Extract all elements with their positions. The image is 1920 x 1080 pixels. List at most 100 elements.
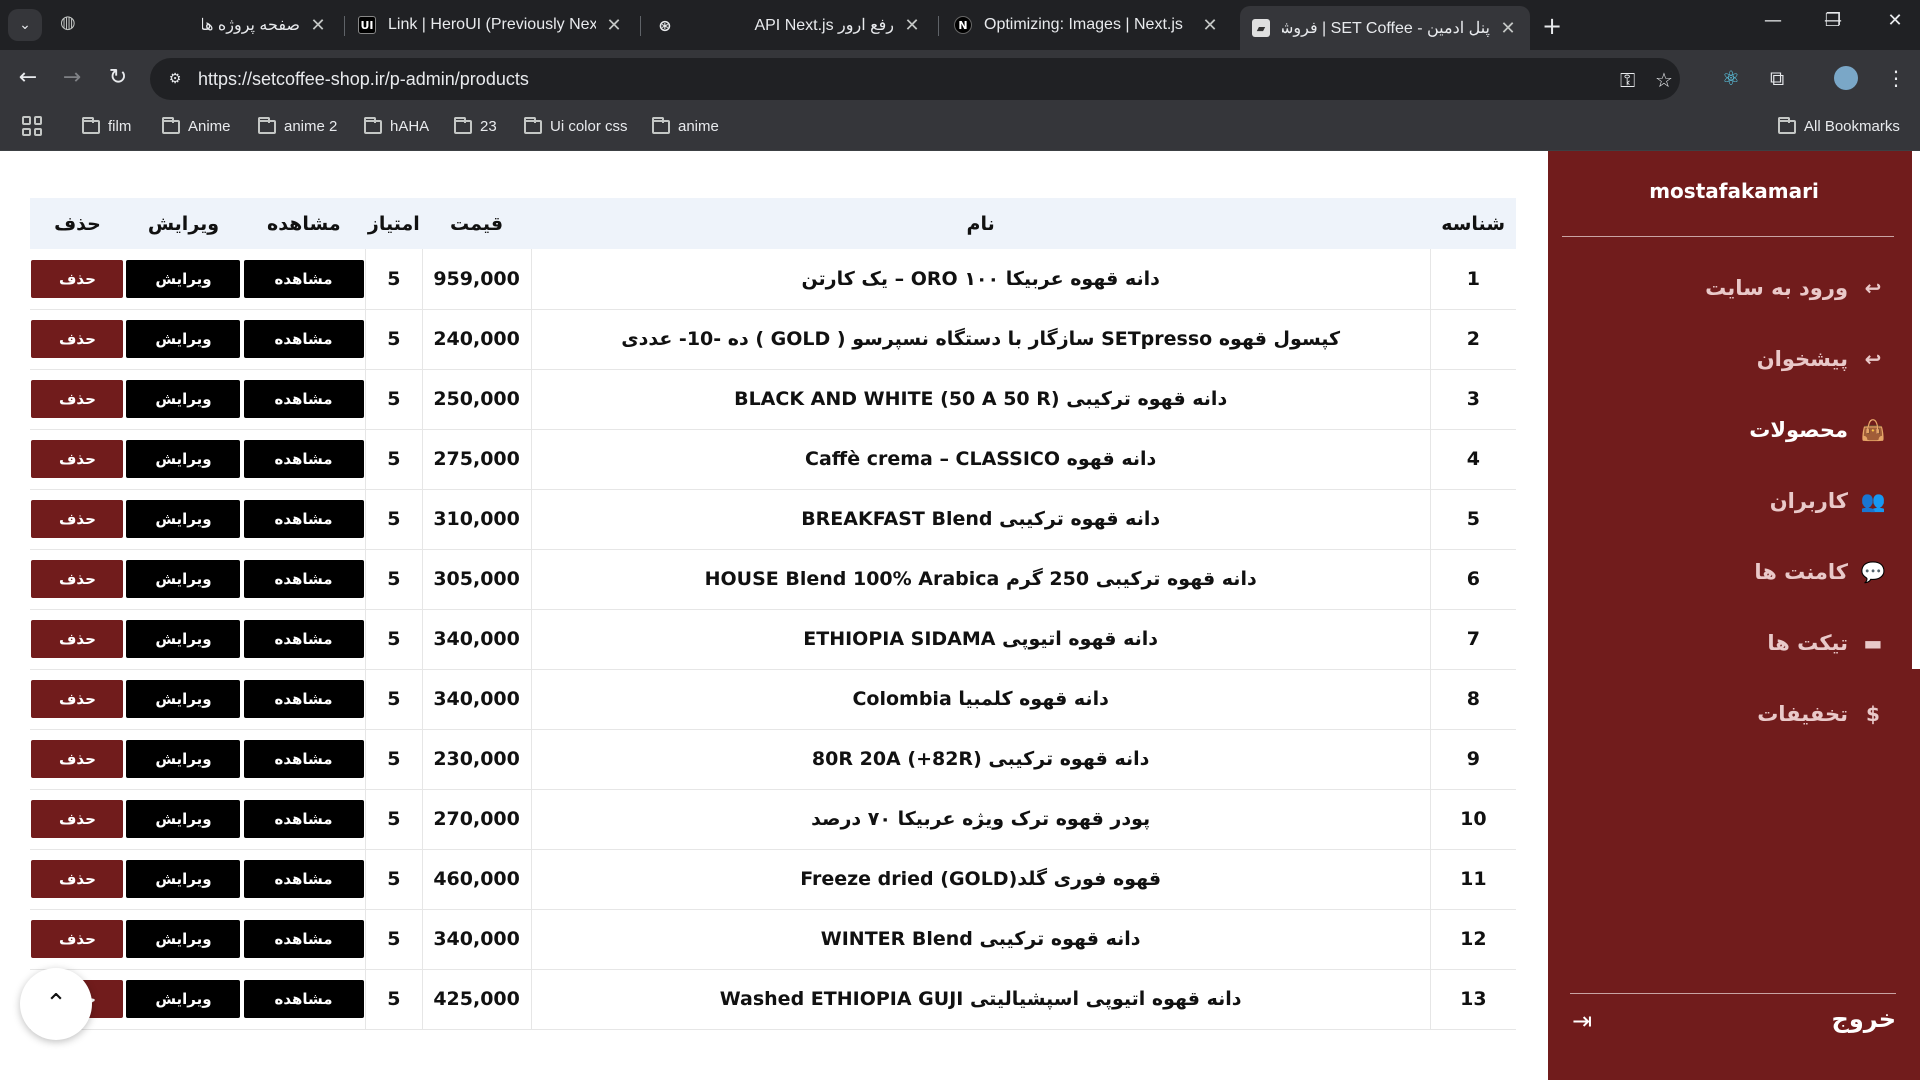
delete-button[interactable]: حذف	[31, 800, 124, 838]
delete-button[interactable]: حذف	[31, 500, 124, 538]
tab-strip: ⌄ ◍ صفحه پروژه ها ✕ UI Link | HeroUI (Pr…	[0, 0, 1920, 50]
edit-button[interactable]: ویرایش	[126, 320, 241, 358]
tab-search-button[interactable]: ⌄	[8, 9, 42, 41]
sidebar-item-site-login[interactable]: ↩ ورود به سایت	[1705, 275, 1886, 301]
logout-icon[interactable]: ⇥	[1572, 1007, 1592, 1035]
view-button[interactable]: مشاهده	[243, 980, 364, 1018]
bookmark-anime[interactable]: Anime	[162, 116, 231, 135]
delete-button[interactable]: حذف	[31, 380, 124, 418]
bookmark-film[interactable]: film	[82, 116, 132, 135]
delete-button[interactable]: حذف	[31, 680, 124, 718]
view-button[interactable]: مشاهده	[243, 500, 364, 538]
tab-nextjs-api[interactable]: ⊛ رفع ارور API Next.js ✕	[644, 8, 934, 42]
edit-button[interactable]: ویرایش	[126, 800, 241, 838]
react-devtools-icon[interactable]: ⚛	[1722, 66, 1740, 90]
cell-price: 240,000	[421, 309, 532, 369]
view-button[interactable]: مشاهده	[243, 620, 364, 658]
view-button[interactable]: مشاهده	[243, 440, 364, 478]
view-button[interactable]: مشاهده	[243, 680, 364, 718]
delete-button[interactable]: حذف	[31, 259, 124, 298]
reply-arrow-icon: ↩	[1864, 276, 1882, 300]
edit-button[interactable]: ویرایش	[126, 440, 241, 478]
minimize-icon[interactable]: —	[1758, 10, 1788, 31]
delete-button[interactable]: حذف	[31, 620, 124, 658]
view-button[interactable]: مشاهده	[243, 320, 364, 358]
view-button[interactable]: مشاهده	[243, 560, 364, 598]
delete-button[interactable]: حذف	[31, 560, 124, 598]
table-row: 5 دانه قهوه ترکیبی BREAKFAST Blend 310,000…	[30, 489, 1516, 549]
reload-icon[interactable]: ↻	[104, 66, 132, 90]
delete-button[interactable]: حذف	[31, 740, 124, 778]
cell-name: دانه قهوه اتیوپی ETHIOPIA SIDAMA	[530, 609, 1431, 669]
view-button[interactable]: مشاهده	[243, 860, 364, 898]
tab-projects[interactable]: صفحه پروژه ها ✕	[190, 8, 340, 42]
sidebar-item-tickets[interactable]: ▬ تیکت ها	[1767, 630, 1886, 656]
sidebar-item-products[interactable]: 👜 محصولات	[1749, 417, 1886, 443]
forward-arrow-icon[interactable]: →	[58, 66, 86, 90]
edit-button[interactable]: ویرایش	[126, 259, 241, 298]
bookmark-ui-color-css[interactable]: Ui color css	[524, 116, 628, 135]
bookmark-anime-3[interactable]: anime	[652, 116, 719, 135]
close-window-icon[interactable]: ✕	[1880, 10, 1910, 31]
apps-grid-icon[interactable]	[22, 116, 42, 136]
profile-avatar[interactable]	[1834, 66, 1858, 90]
more-menu-icon[interactable]: ⋮	[1886, 66, 1906, 90]
close-icon[interactable]: ✕	[1498, 18, 1518, 39]
view-button[interactable]: مشاهده	[243, 380, 364, 418]
tab-set-coffee-admin[interactable]: ▰ پنل ادمین - SET Coffee | فروشگاه ✕	[1240, 6, 1530, 50]
view-button[interactable]: مشاهده	[243, 800, 364, 838]
delete-button[interactable]: حذف	[31, 860, 124, 898]
site-settings-icon[interactable]: ⚙	[162, 66, 188, 92]
cell-price: 340,000	[421, 909, 532, 969]
close-icon[interactable]: ✕	[902, 15, 922, 36]
sidebar-item-dashboard[interactable]: ↩ پیشخوان	[1757, 346, 1886, 372]
cell-view: مشاهده	[242, 489, 366, 549]
tab-title: Optimizing: Images | Next.js	[984, 16, 1183, 33]
sidebar-item-users[interactable]: 👥 کاربران	[1770, 488, 1886, 514]
bookmark-23[interactable]: 23	[454, 116, 497, 135]
scrollbar[interactable]	[1912, 151, 1920, 669]
edit-button[interactable]: ویرایش	[126, 860, 241, 898]
sidebar-item-discounts[interactable]: $ تخفیفات	[1757, 701, 1886, 727]
view-button[interactable]: مشاهده	[243, 740, 364, 778]
close-icon[interactable]: ✕	[1200, 15, 1220, 36]
bookmark-haha[interactable]: hAHA	[364, 116, 429, 135]
sidebar-divider	[1562, 236, 1894, 237]
bookmark-anime-2[interactable]: anime 2	[258, 116, 337, 135]
bookmark-star-icon[interactable]: ☆	[1655, 68, 1673, 92]
edit-button[interactable]: ویرایش	[126, 740, 241, 778]
delete-button[interactable]: حذف	[31, 440, 124, 478]
edit-button[interactable]: ویرایش	[126, 500, 241, 538]
edit-button[interactable]: ویرایش	[126, 680, 241, 718]
cell-price: 230,000	[421, 729, 532, 789]
scroll-to-top-button[interactable]: ⌃	[20, 968, 92, 1040]
view-button[interactable]: مشاهده	[243, 920, 364, 958]
delete-button[interactable]: حذف	[31, 920, 124, 958]
edit-button[interactable]: ویرایش	[126, 560, 241, 598]
cell-view: مشاهده	[242, 669, 366, 729]
users-icon: 👥	[1860, 489, 1886, 513]
delete-button[interactable]: حذف	[31, 320, 124, 358]
edit-button[interactable]: ویرایش	[126, 380, 241, 418]
extensions-puzzle-icon[interactable]: ⧉	[1770, 66, 1784, 90]
edit-button[interactable]: ویرایش	[126, 980, 241, 1018]
bookmark-label: film	[108, 118, 132, 135]
view-button[interactable]: مشاهده	[243, 259, 364, 298]
edit-button[interactable]: ویرایش	[126, 620, 241, 658]
all-bookmarks[interactable]: All Bookmarks	[1778, 116, 1900, 135]
new-tab-button[interactable]: +	[1542, 12, 1562, 40]
tab-heroui[interactable]: UI Link | HeroUI (Previously NextUI) ✕	[346, 8, 636, 42]
close-icon[interactable]: ✕	[308, 15, 328, 36]
back-arrow-icon[interactable]: ←	[14, 66, 42, 90]
logout-button[interactable]: خروج	[1832, 1005, 1896, 1033]
tab-nextjs-images[interactable]: N Optimizing: Images | Next.js ✕	[942, 8, 1232, 42]
edit-button[interactable]: ویرایش	[126, 920, 241, 958]
restore-icon[interactable]: ❐	[1818, 10, 1848, 31]
globe-icon[interactable]: ◍	[60, 13, 80, 33]
address-bar[interactable]: ⚙ https://setcoffee-shop.ir/p-admin/prod…	[150, 58, 1680, 100]
password-key-icon[interactable]: ⚿	[1620, 68, 1635, 92]
sidebar-item-comments[interactable]: 💬 کامنت ها	[1754, 559, 1886, 585]
table-row: 13 دانه قهوه اتیوپی اسپشیالیتی Washed ETH…	[30, 969, 1516, 1029]
close-icon[interactable]: ✕	[604, 15, 624, 36]
url-text[interactable]: https://setcoffee-shop.ir/p-admin/produc…	[198, 69, 529, 90]
